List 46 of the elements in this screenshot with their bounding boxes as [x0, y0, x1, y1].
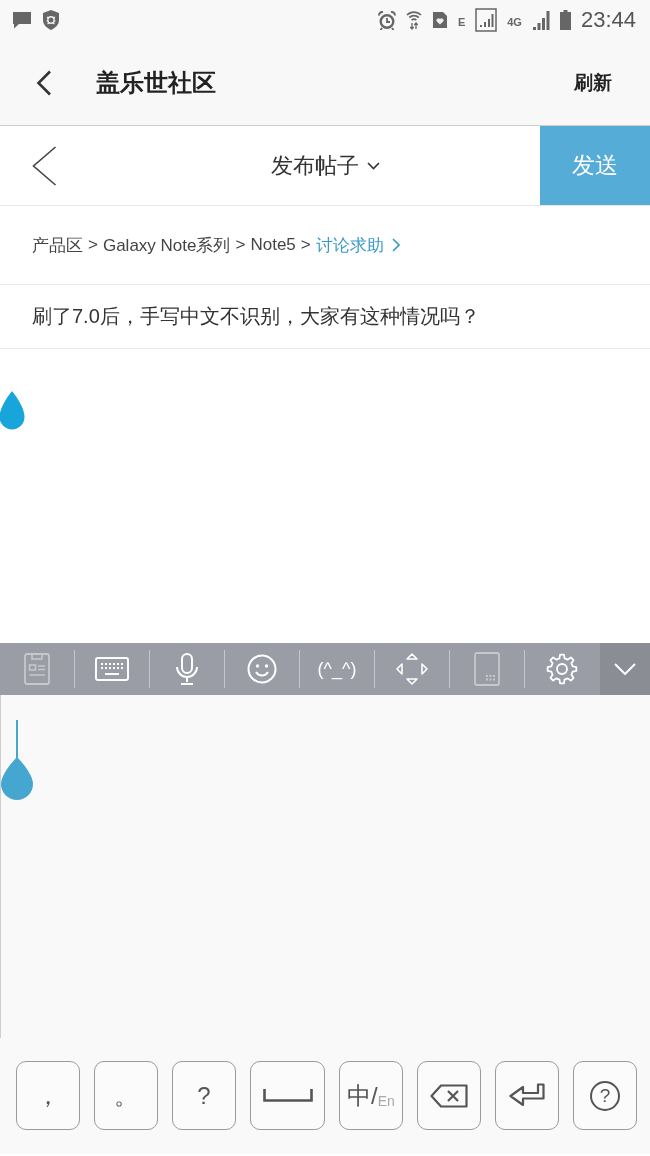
microphone-icon — [175, 653, 199, 685]
wifi-icon — [405, 10, 422, 30]
refresh-button[interactable]: 刷新 — [566, 63, 620, 102]
status-time: 23:44 — [580, 7, 636, 33]
enter-key[interactable] — [495, 1061, 559, 1130]
smiley-icon — [247, 654, 277, 684]
space-bar-icon — [262, 1089, 313, 1102]
cursor-handle-icon — [0, 391, 26, 431]
back-icon — [32, 145, 57, 186]
collapse-keyboard-button[interactable] — [600, 643, 650, 695]
breadcrumb-separator: > — [300, 235, 311, 255]
message-icon — [12, 11, 32, 29]
backspace-icon — [430, 1083, 468, 1108]
caret-down-icon — [366, 161, 380, 170]
four-arrows-icon — [396, 653, 428, 685]
post-type-dropdown[interactable]: 发布帖子 — [266, 144, 384, 187]
character-key[interactable]: 。 — [94, 1061, 158, 1130]
breadcrumb-link[interactable]: Note5 — [250, 235, 296, 255]
language-switch-key[interactable]: 中/En — [339, 1061, 403, 1130]
breadcrumb-separator: > — [88, 235, 98, 255]
breadcrumb-separator: > — [235, 235, 246, 255]
cursor-handle-icon — [0, 720, 34, 801]
network-type-label: E — [457, 16, 466, 28]
one-handed-keyboard-icon — [474, 652, 500, 686]
keyboard-icon — [95, 657, 129, 681]
clipboard-icon — [24, 653, 50, 685]
signal-icon — [531, 10, 550, 30]
sim-card-icon — [431, 11, 448, 29]
shield-icon — [42, 10, 60, 30]
character-key[interactable]: ， — [16, 1061, 80, 1130]
app-title: 盖乐世社区 — [96, 67, 216, 98]
character-key[interactable]: ? — [172, 1061, 236, 1130]
backspace-key[interactable] — [417, 1061, 481, 1130]
network-type-label: 4G — [507, 16, 522, 28]
settings-icon — [546, 653, 578, 685]
alarm-clock-icon — [377, 10, 396, 30]
breadcrumb-link[interactable]: Galaxy Note系列 — [102, 233, 231, 257]
breadcrumb-link[interactable]: 产品区 — [32, 233, 83, 257]
enter-icon — [509, 1082, 545, 1109]
signal-icon — [475, 8, 498, 32]
back-icon — [36, 69, 52, 96]
help-key[interactable]: ? — [573, 1061, 637, 1130]
space-key[interactable] — [250, 1061, 325, 1130]
chevron-right-icon — [391, 238, 400, 252]
battery-icon — [559, 10, 571, 30]
chevron-down-icon — [614, 663, 636, 675]
